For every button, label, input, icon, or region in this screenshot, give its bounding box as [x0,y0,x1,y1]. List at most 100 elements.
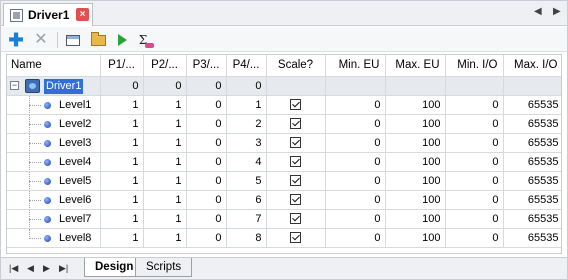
driver-row[interactable]: − Driver1 0 0 0 0 [7,76,561,96]
tag-row[interactable]: Level6 1 1 0 6 0 100 0 65535 [7,190,561,210]
tag-max-eu-cell[interactable]: 100 [385,152,446,172]
tag-p2-cell[interactable]: 1 [143,133,187,153]
tag-max-io-cell[interactable]: 65535 [503,95,561,115]
tag-max-eu-cell[interactable]: 100 [385,95,446,115]
column-header-min-eu[interactable]: Min. EU [325,55,386,77]
tag-name-cell[interactable]: Level4 [7,152,101,172]
last-sheet-icon[interactable]: ▶| [59,263,68,274]
tag-scale-cell[interactable] [266,133,326,153]
tag-scale-cell[interactable] [266,209,326,229]
tag-min-io-cell[interactable]: 0 [445,171,504,191]
tag-p3-cell[interactable]: 0 [186,190,227,210]
tag-max-io-cell[interactable]: 65535 [503,114,561,134]
first-sheet-icon[interactable]: |◀ [9,263,18,274]
tag-p4-cell[interactable]: 6 [226,190,267,210]
scale-checkbox[interactable] [290,194,301,206]
tag-scale-cell[interactable] [266,228,326,248]
tag-p4-cell[interactable]: 3 [226,133,267,153]
sum-button[interactable]: Σ [134,31,155,49]
scale-checkbox[interactable] [290,137,301,149]
tag-p3-cell[interactable]: 0 [186,152,227,172]
tag-max-eu-cell[interactable]: 100 [385,171,446,191]
tag-p2-cell[interactable]: 1 [143,209,187,229]
tag-p4-cell[interactable]: 1 [226,95,267,115]
tag-min-eu-cell[interactable]: 0 [325,133,386,153]
scale-checkbox[interactable] [290,99,301,111]
tag-scale-cell[interactable] [266,152,326,172]
tag-p3-cell[interactable]: 0 [186,114,227,134]
tag-row[interactable]: Level4 1 1 0 4 0 100 0 65535 [7,152,561,172]
tag-p2-cell[interactable]: 1 [143,190,187,210]
tag-max-io-cell[interactable]: 65535 [503,171,561,191]
tag-row[interactable]: Level1 1 1 0 1 0 100 0 65535 [7,95,561,115]
tag-min-eu-cell[interactable]: 0 [325,190,386,210]
scale-checkbox[interactable] [290,213,301,225]
tag-name-cell[interactable]: Level7 [7,209,101,229]
properties-button[interactable] [64,31,82,49]
tag-p3-cell[interactable]: 0 [186,209,227,229]
tag-p1-cell[interactable]: 1 [100,95,144,115]
document-tab-driver1[interactable]: Driver1 × [3,3,93,26]
tag-p4-cell[interactable]: 7 [226,209,267,229]
tag-row[interactable]: Level8 1 1 0 8 0 100 0 65535 [7,228,561,248]
driver-p3-cell[interactable]: 0 [186,76,227,96]
tag-row[interactable]: Level2 1 1 0 2 0 100 0 65535 [7,114,561,134]
tag-min-eu-cell[interactable]: 0 [325,228,386,248]
tag-p1-cell[interactable]: 1 [100,171,144,191]
tag-min-io-cell[interactable]: 0 [445,95,504,115]
tag-p1-cell[interactable]: 1 [100,228,144,248]
collapse-icon[interactable]: − [10,80,19,90]
tag-max-io-cell[interactable]: 65535 [503,209,561,229]
tag-p1-cell[interactable]: 1 [100,190,144,210]
tag-scale-cell[interactable] [266,190,326,210]
scale-checkbox[interactable] [290,175,301,187]
tag-row[interactable]: Level3 1 1 0 3 0 100 0 65535 [7,133,561,153]
prev-sheet-icon[interactable]: ◀ [27,263,34,274]
tag-p2-cell[interactable]: 1 [143,95,187,115]
tab-scripts[interactable]: Scripts [135,258,193,277]
tag-row[interactable]: Level7 1 1 0 7 0 100 0 65535 [7,209,561,229]
tag-max-eu-cell[interactable]: 100 [385,228,446,248]
tag-max-eu-cell[interactable]: 100 [385,133,446,153]
tag-name-cell[interactable]: Level6 [7,190,101,210]
tag-p4-cell[interactable]: 4 [226,152,267,172]
tab-scroll-right-icon[interactable]: ▶ [553,6,561,17]
tag-p2-cell[interactable]: 1 [143,114,187,134]
tag-scale-cell[interactable] [266,114,326,134]
tag-min-io-cell[interactable]: 0 [445,228,504,248]
tag-p1-cell[interactable]: 1 [100,209,144,229]
tag-min-io-cell[interactable]: 0 [445,133,504,153]
driver-p4-cell[interactable]: 0 [226,76,267,96]
column-header-max-io[interactable]: Max. I/O [503,55,561,77]
tag-p3-cell[interactable]: 0 [186,228,227,248]
tag-max-eu-cell[interactable]: 100 [385,209,446,229]
tag-name-cell[interactable]: Level3 [7,133,101,153]
tag-max-eu-cell[interactable]: 100 [385,114,446,134]
open-folder-button[interactable] [89,31,107,49]
tag-p1-cell[interactable]: 1 [100,133,144,153]
tag-scale-cell[interactable] [266,171,326,191]
column-header-p4[interactable]: P4/... [226,55,267,77]
tag-name-cell[interactable]: Level1 [7,95,101,115]
tag-p4-cell[interactable]: 5 [226,171,267,191]
tag-p2-cell[interactable]: 1 [143,171,187,191]
tag-min-eu-cell[interactable]: 0 [325,209,386,229]
tag-p3-cell[interactable]: 0 [186,95,227,115]
tag-row[interactable]: Level5 1 1 0 5 0 100 0 65535 [7,171,561,191]
column-header-scale[interactable]: Scale? [266,55,326,77]
tag-max-eu-cell[interactable]: 100 [385,190,446,210]
tag-name-cell[interactable]: Level5 [7,171,101,191]
scale-checkbox[interactable] [290,156,301,168]
column-header-name[interactable]: Name [7,55,101,77]
tag-min-eu-cell[interactable]: 0 [325,114,386,134]
delete-button[interactable]: ✕ [32,31,50,49]
tab-scroll-left-icon[interactable]: ◀ [534,6,542,17]
tag-min-io-cell[interactable]: 0 [445,152,504,172]
tag-min-io-cell[interactable]: 0 [445,209,504,229]
tag-p2-cell[interactable]: 1 [143,228,187,248]
next-sheet-icon[interactable]: ▶ [43,263,50,274]
close-icon[interactable]: × [76,8,89,21]
tag-min-eu-cell[interactable]: 0 [325,152,386,172]
column-header-p3[interactable]: P3/... [186,55,227,77]
tag-p1-cell[interactable]: 1 [100,152,144,172]
